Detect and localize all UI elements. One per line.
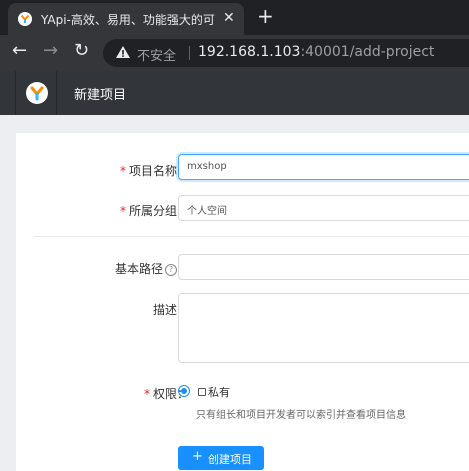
yapi-favicon-icon bbox=[18, 12, 32, 26]
help-icon[interactable]: ? bbox=[164, 263, 177, 276]
permission-hint: 只有组长和项目开发者可以索引并查看项目信息 bbox=[196, 410, 406, 421]
create-project-button[interactable]: + 创建项目 bbox=[178, 446, 264, 470]
page-title: 新建项目 bbox=[74, 88, 127, 103]
insecure-label: 不安全 bbox=[137, 49, 177, 64]
forward-icon[interactable]: → bbox=[43, 40, 58, 61]
url-host: 192.168.1.103 bbox=[198, 44, 301, 60]
app-header: 新建项目 bbox=[0, 71, 469, 115]
private-radio[interactable] bbox=[178, 385, 190, 397]
browser-toolbar: ← → ↻ 不安全 192.168.1.103:40001/add-projec… bbox=[0, 35, 469, 71]
url-path: :40001/add-project bbox=[300, 44, 435, 60]
plus-icon: + bbox=[192, 449, 203, 464]
new-tab-button[interactable]: + bbox=[257, 4, 274, 28]
private-option-label[interactable]: 私有 bbox=[198, 384, 230, 400]
create-project-label: 创建项目 bbox=[208, 453, 252, 466]
form-divider bbox=[34, 236, 469, 237]
base-path-input[interactable] bbox=[178, 254, 469, 280]
address-separator bbox=[189, 46, 190, 60]
warning-icon[interactable] bbox=[115, 44, 131, 60]
group-select[interactable]: 个人空间 bbox=[178, 195, 469, 221]
tab-title: YApi-高效、易用、功能强大的可 bbox=[41, 13, 215, 27]
url-text[interactable]: 192.168.1.103:40001/add-project bbox=[198, 44, 434, 60]
description-textarea[interactable] bbox=[178, 293, 469, 363]
yapi-logo-icon bbox=[26, 82, 48, 104]
address-bar[interactable]: 不安全 192.168.1.103:40001/add-project bbox=[103, 39, 469, 67]
browser-tab-strip: YApi-高效、易用、功能强大的可 ✕ + bbox=[0, 0, 469, 35]
close-tab-icon[interactable]: ✕ bbox=[223, 10, 235, 26]
back-icon[interactable]: ← bbox=[12, 40, 27, 61]
project-name-input[interactable]: mxshop bbox=[178, 154, 469, 180]
browser-tab[interactable]: YApi-高效、易用、功能强大的可 ✕ bbox=[8, 3, 244, 35]
logo-button[interactable] bbox=[15, 71, 57, 115]
reload-icon[interactable]: ↻ bbox=[74, 40, 89, 61]
lock-icon bbox=[198, 388, 206, 396]
create-project-form: *项目名称： mxshop *所属分组： 个人空间 基本路径?： 描述： *权限… bbox=[16, 133, 469, 471]
